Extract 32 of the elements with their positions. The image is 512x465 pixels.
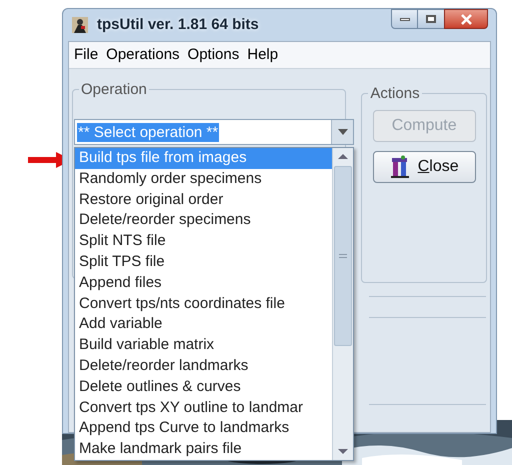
list-item[interactable]: Convert tps XY outline to landmar (75, 398, 332, 418)
list-item[interactable]: Split TPS file (75, 252, 332, 273)
list-item[interactable]: Append files (75, 272, 332, 294)
close-window-button[interactable] (444, 9, 488, 29)
door-icon (390, 155, 410, 179)
scrollbar[interactable] (332, 148, 353, 460)
window-title: tpsUtil ver. 1.81 64 bits (97, 14, 259, 35)
minimize-button[interactable] (391, 9, 418, 29)
menu-item[interactable]: Options (188, 44, 240, 66)
app-icon (71, 16, 89, 34)
list-item[interactable]: Build variable matrix (75, 335, 332, 356)
menu-item[interactable]: File (74, 44, 98, 66)
list-item[interactable]: Restore original order (75, 190, 332, 210)
menu-item[interactable]: Operations (106, 44, 180, 66)
maximize-button[interactable] (418, 9, 444, 29)
list-item[interactable]: Delete/reorder specimens (75, 210, 332, 232)
close-button[interactable]: Close (372, 151, 476, 183)
list-item[interactable]: Delete outlines & curves (75, 376, 332, 398)
close-icon (460, 14, 472, 24)
caret-icon (338, 129, 348, 135)
list-item[interactable]: Convert tps/nts coordinates file (75, 294, 332, 314)
dropdown-button[interactable] (331, 120, 353, 144)
list-item[interactable]: Delete/reorder landmarks (75, 356, 332, 377)
scroll-thumb[interactable] (334, 166, 352, 346)
list-item[interactable]: Add variable (75, 314, 332, 336)
list-item[interactable]: Append tps Curve to landmarks (75, 418, 332, 440)
list-item[interactable]: Make landmark pairs file (75, 439, 332, 460)
combo-value: ** Select operation ** (77, 122, 220, 142)
grip-icon (339, 254, 347, 258)
menu-item[interactable]: Help (247, 44, 278, 66)
list-item[interactable]: Split NTS file (75, 231, 332, 252)
list-item[interactable]: Randomly order specimens (75, 168, 332, 190)
